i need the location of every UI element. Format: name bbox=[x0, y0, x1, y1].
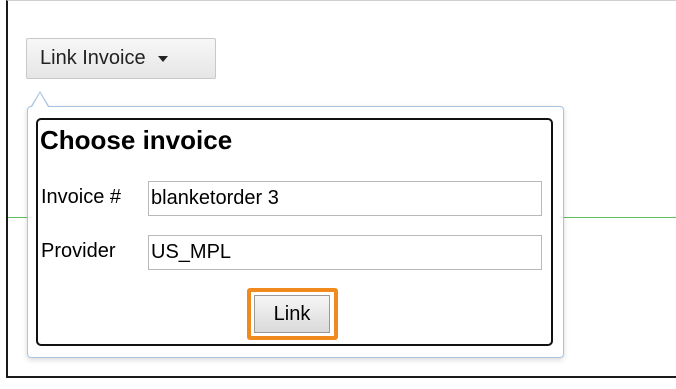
invoice-number-input[interactable] bbox=[148, 181, 542, 216]
caret-down-icon bbox=[157, 55, 168, 62]
link-invoice-dropdown-button[interactable]: Link Invoice bbox=[26, 38, 216, 79]
dialog-title: Choose invoice bbox=[40, 125, 233, 155]
invoice-number-label: Invoice # bbox=[41, 186, 122, 208]
provider-label: Provider bbox=[41, 240, 116, 262]
popover-arrow-inner bbox=[32, 93, 48, 107]
provider-input[interactable] bbox=[148, 235, 542, 270]
link-invoice-label: Link Invoice bbox=[40, 47, 146, 69]
link-button[interactable]: Link bbox=[254, 295, 330, 333]
